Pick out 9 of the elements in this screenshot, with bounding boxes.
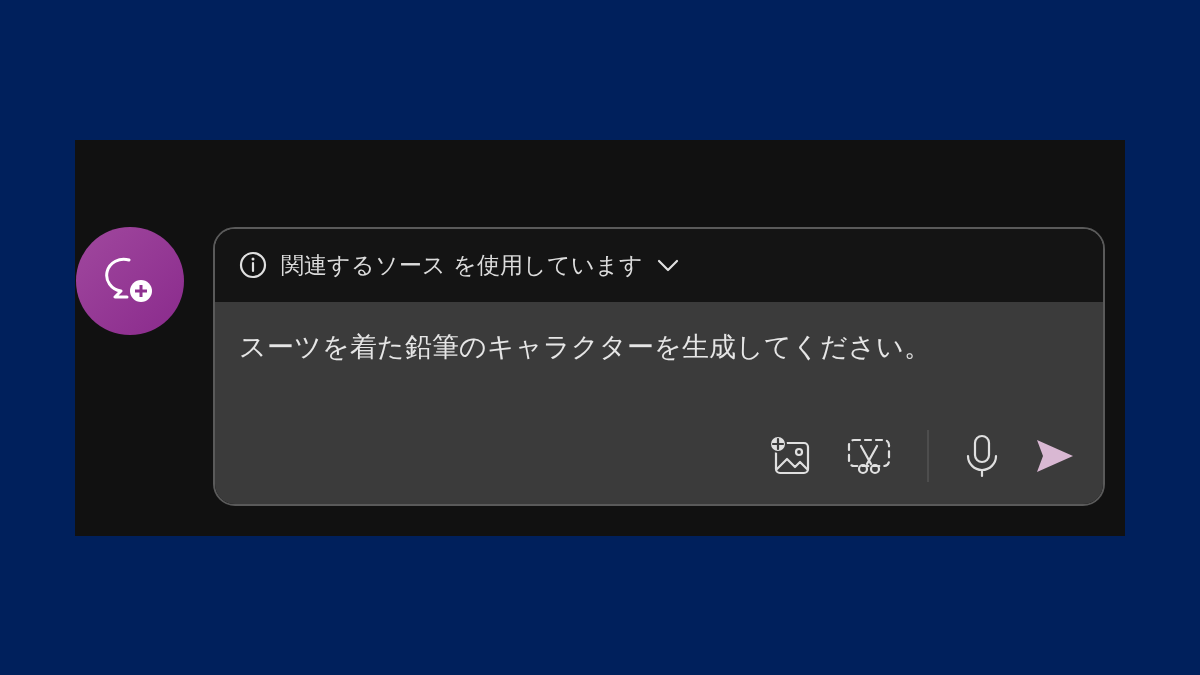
info-icon — [239, 251, 267, 279]
microphone-icon — [965, 433, 999, 478]
add-image-button[interactable] — [769, 434, 811, 477]
add-image-icon — [769, 434, 811, 477]
sources-label: 関連するソース を使用しています — [281, 250, 644, 280]
send-icon — [1035, 437, 1075, 474]
send-button[interactable] — [1035, 437, 1075, 474]
microphone-button[interactable] — [965, 433, 999, 478]
prompt-input-field[interactable]: スーツを着た鉛筆のキャラクターを生成してください。 — [239, 331, 1075, 363]
